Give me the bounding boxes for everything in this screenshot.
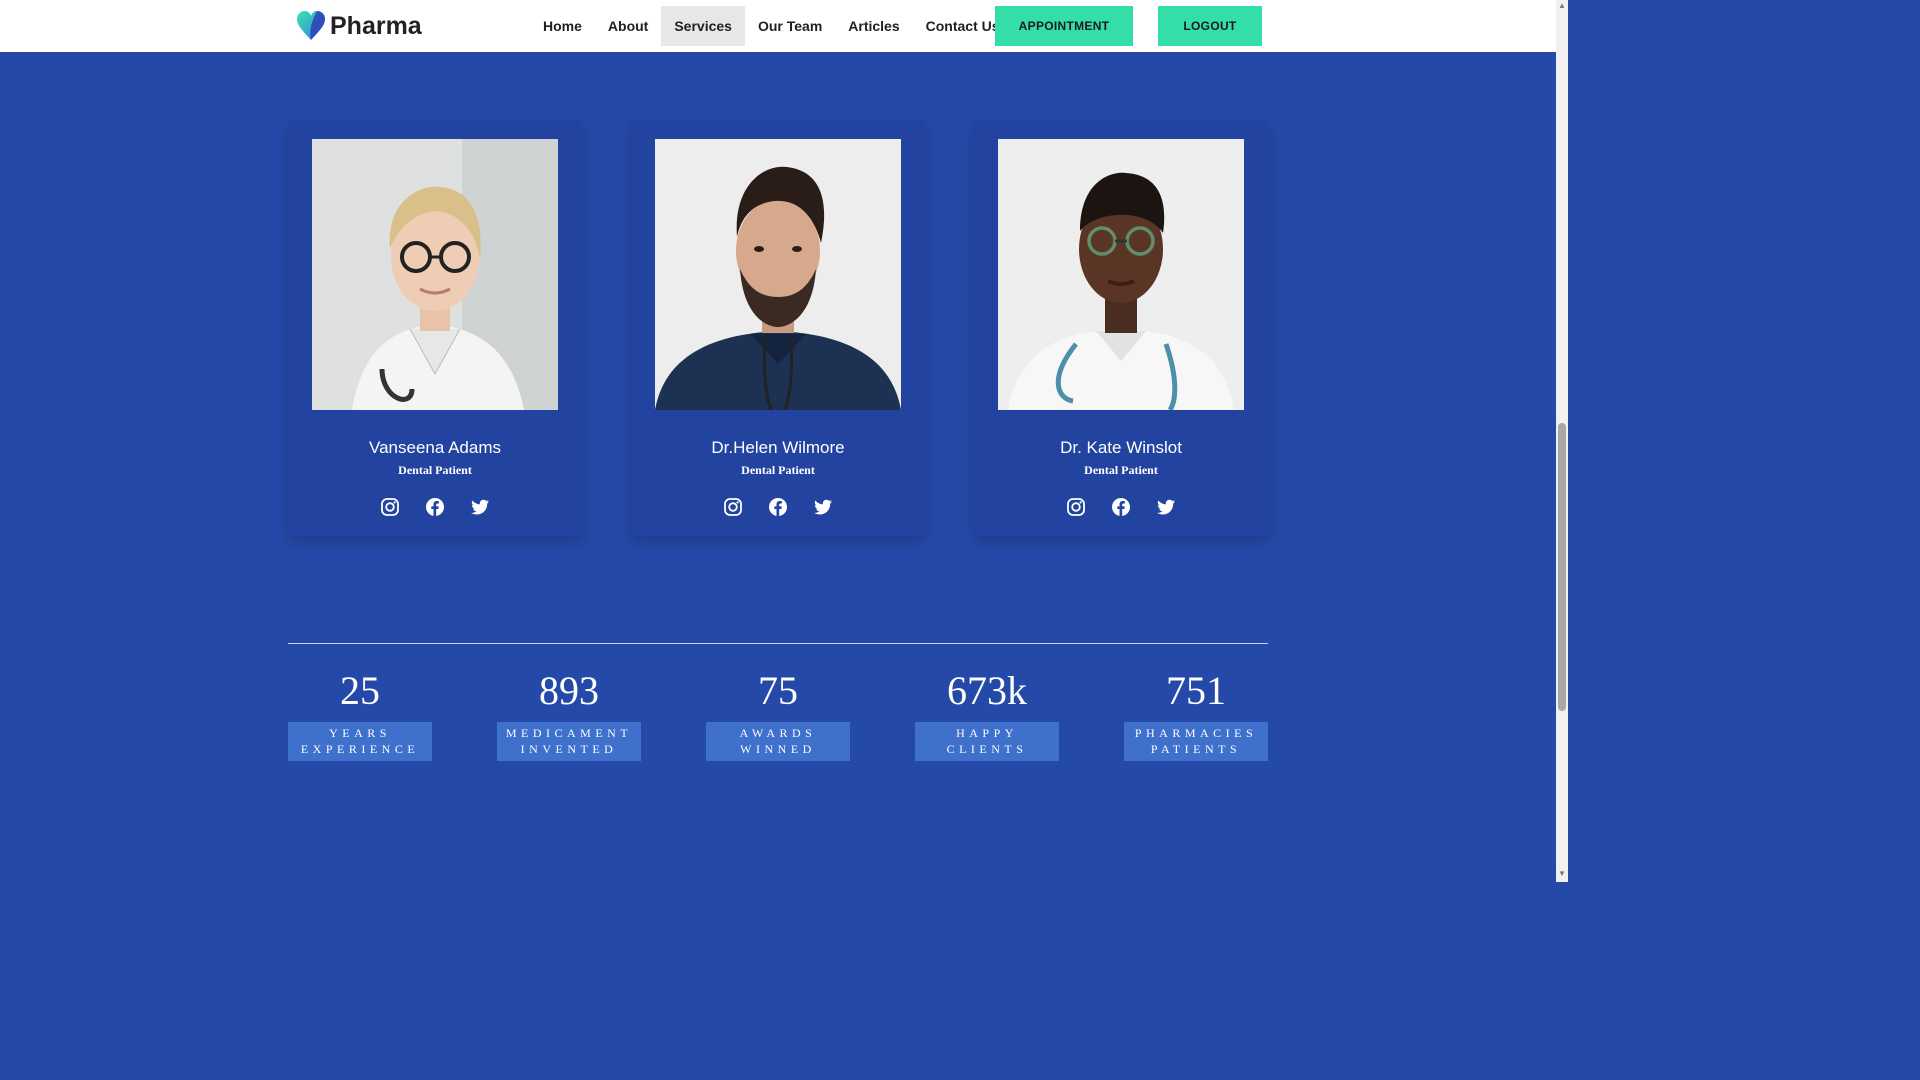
instagram-icon[interactable] [380, 497, 400, 517]
team-member-role: Dental Patient [741, 463, 815, 477]
nav-link-about[interactable]: About [595, 6, 661, 46]
stat-label-line: CLIENTS [946, 742, 1028, 756]
nav-link-home[interactable]: Home [530, 6, 595, 46]
stat-label-line: WINNED [740, 742, 816, 756]
nav-menu: Home About Services Our Team Articles Co… [530, 6, 1013, 46]
facebook-icon[interactable] [425, 497, 445, 517]
stat-label-line: PATIENTS [1150, 742, 1242, 756]
stat-number: 673k [947, 668, 1027, 713]
stat-item: 75 AWARDS WINNED [706, 668, 850, 761]
stat-number: 751 [1166, 668, 1226, 713]
team-member-role: Dental Patient [398, 463, 472, 477]
doctor-photo [312, 139, 558, 410]
scroll-down-arrow-icon[interactable]: ▼ [1558, 870, 1566, 878]
social-links [974, 497, 1268, 517]
appointment-button[interactable]: APPOINTMENT [995, 6, 1133, 46]
social-links [288, 497, 582, 517]
team-card: Vanseena Adams Dental Patient [288, 120, 582, 536]
stat-label-line: HAPPY [956, 726, 1018, 740]
team-member-name: Dr.Helen Wilmore [711, 438, 845, 457]
stat-label: HAPPY CLIENTS [915, 722, 1059, 761]
scroll-up-arrow-icon[interactable]: ▲ [1558, 2, 1566, 10]
twitter-icon[interactable] [813, 497, 833, 517]
top-navbar: Pharma Home About Services Our Team Arti… [0, 0, 1556, 52]
stat-item: 893 MEDICAMENT INVENTED [497, 668, 641, 761]
instagram-icon[interactable] [723, 497, 743, 517]
nav-link-our-team[interactable]: Our Team [745, 6, 835, 46]
stat-number: 75 [758, 668, 798, 713]
stat-item: 673k HAPPY CLIENTS [915, 668, 1059, 761]
heart-logo-icon [297, 11, 325, 40]
stat-label: AWARDS WINNED [706, 722, 850, 761]
stat-label: MEDICAMENT INVENTED [497, 722, 641, 761]
stat-label-line: EXPERIENCE [300, 742, 420, 756]
social-links [631, 497, 925, 517]
doctor-photo [998, 139, 1244, 410]
brand-logo[interactable]: Pharma [296, 8, 422, 44]
team-member-name: Dr. Kate Winslot [1060, 438, 1182, 457]
team-member-role: Dental Patient [1084, 463, 1158, 477]
stat-number: 25 [340, 668, 380, 713]
stat-label-line: AWARDS [739, 726, 817, 740]
team-card: Dr. Kate Winslot Dental Patient [974, 120, 1268, 536]
facebook-icon[interactable] [1111, 497, 1131, 517]
brand-name: Pharma [330, 11, 422, 40]
nav-link-services[interactable]: Services [661, 6, 745, 46]
stat-number: 893 [539, 668, 599, 713]
stat-label-line: YEARS [329, 726, 391, 740]
logout-button[interactable]: LOGOUT [1158, 6, 1262, 46]
team-card: Dr.Helen Wilmore Dental Patient [631, 120, 925, 536]
scrollbar-thumb[interactable] [1558, 423, 1566, 711]
twitter-icon[interactable] [470, 497, 490, 517]
stat-label: YEARS EXPERIENCE [288, 722, 432, 761]
stat-label: PHARMACIES PATIENTS [1124, 722, 1268, 761]
stat-item: 25 YEARS EXPERIENCE [288, 668, 432, 761]
team-member-name: Vanseena Adams [369, 438, 501, 457]
stats-divider [288, 643, 1268, 644]
instagram-icon[interactable] [1066, 497, 1086, 517]
stat-label-line: MEDICAMENT [505, 726, 633, 740]
twitter-icon[interactable] [1156, 497, 1176, 517]
page-scrollbar[interactable]: ▲ ▼ [1556, 0, 1568, 882]
stat-item: 751 PHARMACIES PATIENTS [1124, 668, 1268, 761]
doctor-photo [655, 139, 901, 410]
nav-link-articles[interactable]: Articles [835, 6, 912, 46]
facebook-icon[interactable] [768, 497, 788, 517]
stat-label-line: PHARMACIES [1134, 726, 1258, 740]
stat-label-line: INVENTED [520, 742, 618, 756]
